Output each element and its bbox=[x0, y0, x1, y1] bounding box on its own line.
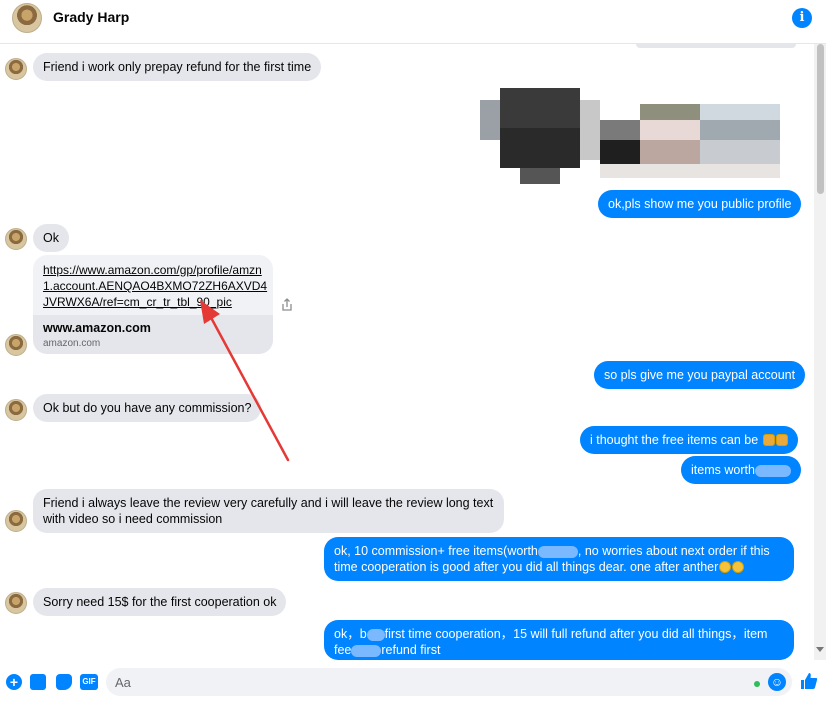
avatar[interactable] bbox=[5, 58, 27, 80]
link-domain-sub: amazon.com bbox=[43, 338, 101, 349]
message-text: refund first bbox=[381, 643, 441, 657]
redacted-text bbox=[366, 628, 385, 641]
avatar[interactable] bbox=[5, 510, 27, 532]
contact-name[interactable]: Grady Harp bbox=[53, 9, 129, 25]
cat-emoji-icon bbox=[775, 434, 788, 446]
thread-scrollbar[interactable] bbox=[814, 44, 826, 660]
avatar[interactable] bbox=[5, 399, 27, 421]
incoming-message: Sorry need 15$ for the first cooperation… bbox=[33, 588, 287, 616]
incoming-message: Friend i work only prepay refund for the… bbox=[33, 53, 322, 81]
emoji-icon[interactable]: ☺ bbox=[768, 673, 786, 691]
smile-emoji-icon bbox=[719, 561, 732, 573]
smile-emoji-icon bbox=[732, 561, 745, 573]
photo-icon[interactable] bbox=[30, 674, 46, 690]
message-input-placeholder: Aa bbox=[115, 675, 131, 690]
thumbs-up-icon[interactable] bbox=[800, 672, 818, 690]
outgoing-message: ok，b first time cooperation，15 will full … bbox=[324, 620, 794, 660]
outgoing-message: so pls give me you paypal account bbox=[594, 361, 806, 389]
pixelated-image[interactable] bbox=[480, 80, 800, 188]
incoming-message: Ok bbox=[33, 224, 69, 252]
outgoing-message: ok,pls show me you public profile bbox=[598, 190, 802, 218]
avatar[interactable] bbox=[5, 228, 27, 250]
annotation-arrow bbox=[200, 300, 290, 462]
previous-message-fragment bbox=[636, 44, 796, 48]
message-composer: + GIF Aa ☺ bbox=[0, 660, 826, 702]
message-thread: Friend i work only prepay refund for the… bbox=[0, 44, 814, 660]
gif-icon[interactable]: GIF bbox=[80, 674, 98, 690]
sticker-icon[interactable] bbox=[56, 674, 72, 690]
redacted-text bbox=[537, 545, 578, 558]
redacted-text bbox=[754, 464, 791, 477]
redacted-text bbox=[351, 644, 382, 657]
avatar[interactable] bbox=[5, 334, 27, 356]
cat-emoji-icon bbox=[762, 434, 775, 446]
message-input[interactable]: Aa ☺ bbox=[106, 668, 792, 696]
message-text: items worth bbox=[691, 463, 755, 477]
link-domain-title: www.amazon.com bbox=[43, 321, 151, 335]
outgoing-message: items worth bbox=[681, 456, 801, 484]
scrollbar-thumb[interactable] bbox=[817, 44, 824, 194]
outgoing-message: i thought the free items can be bbox=[580, 426, 798, 454]
avatar[interactable] bbox=[5, 592, 27, 614]
scroll-down-arrow-icon[interactable] bbox=[816, 647, 824, 652]
info-icon[interactable]: i bbox=[792, 8, 812, 28]
contact-avatar[interactable] bbox=[12, 3, 42, 33]
online-dot bbox=[754, 681, 760, 687]
plus-icon[interactable]: + bbox=[6, 674, 22, 690]
conversation-header: Grady Harp i bbox=[0, 0, 826, 44]
message-text: ok, 10 commission+ free items(worth bbox=[334, 544, 538, 558]
incoming-message: Friend i always leave the review very ca… bbox=[33, 489, 504, 533]
message-text: ok，b bbox=[334, 627, 367, 641]
outgoing-message: ok, 10 commission+ free items(worth, no … bbox=[324, 537, 794, 581]
message-text: i thought the free items can be bbox=[590, 433, 759, 447]
